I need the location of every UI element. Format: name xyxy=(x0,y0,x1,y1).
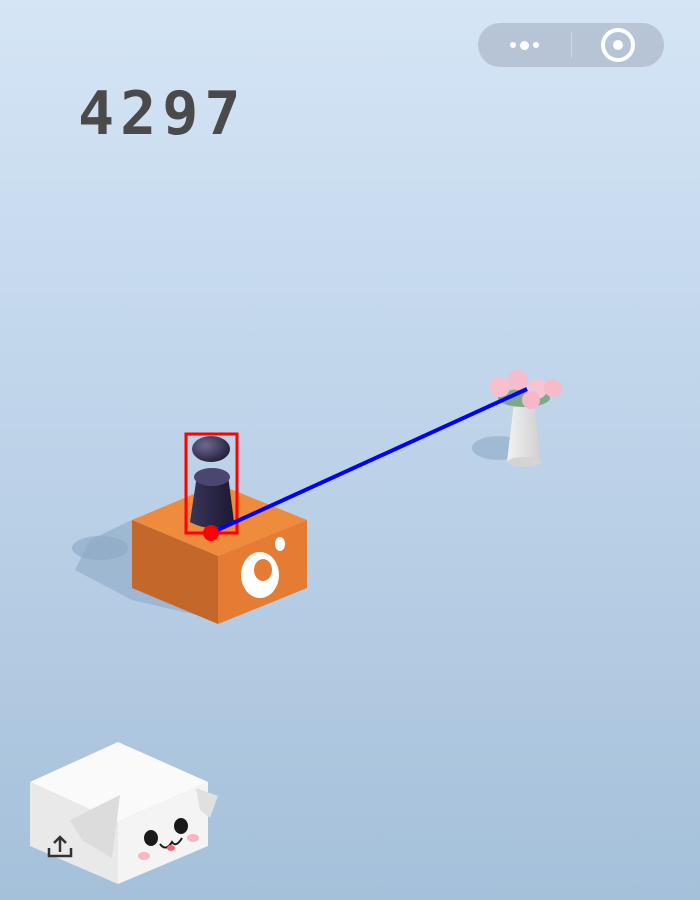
cat-cheek-right xyxy=(187,834,199,842)
flower-2 xyxy=(508,370,528,390)
platform-logo-dot xyxy=(275,537,285,551)
player-neck xyxy=(194,468,230,486)
player-head xyxy=(192,436,230,462)
target-circle-icon xyxy=(600,28,635,62)
close-mini-program-button[interactable] xyxy=(571,23,664,67)
cat-cheek-left xyxy=(138,852,150,860)
vase-base xyxy=(507,457,541,467)
flower-4 xyxy=(544,379,562,397)
player-shadow xyxy=(72,536,128,560)
cat-tongue xyxy=(167,845,175,851)
player-anchor-point xyxy=(203,525,219,541)
flower-5 xyxy=(522,391,540,409)
score-display: 4297 xyxy=(78,79,247,149)
more-dots-icon xyxy=(510,40,539,50)
cat-eye-right xyxy=(174,818,188,834)
capsule-divider xyxy=(571,32,572,58)
platform-logo-inner xyxy=(254,559,272,581)
cat-eye-left xyxy=(144,830,158,846)
player-piece xyxy=(190,436,234,528)
more-menu-button[interactable] xyxy=(478,23,571,67)
mini-program-capsule xyxy=(478,23,664,67)
flower-1 xyxy=(490,377,510,397)
